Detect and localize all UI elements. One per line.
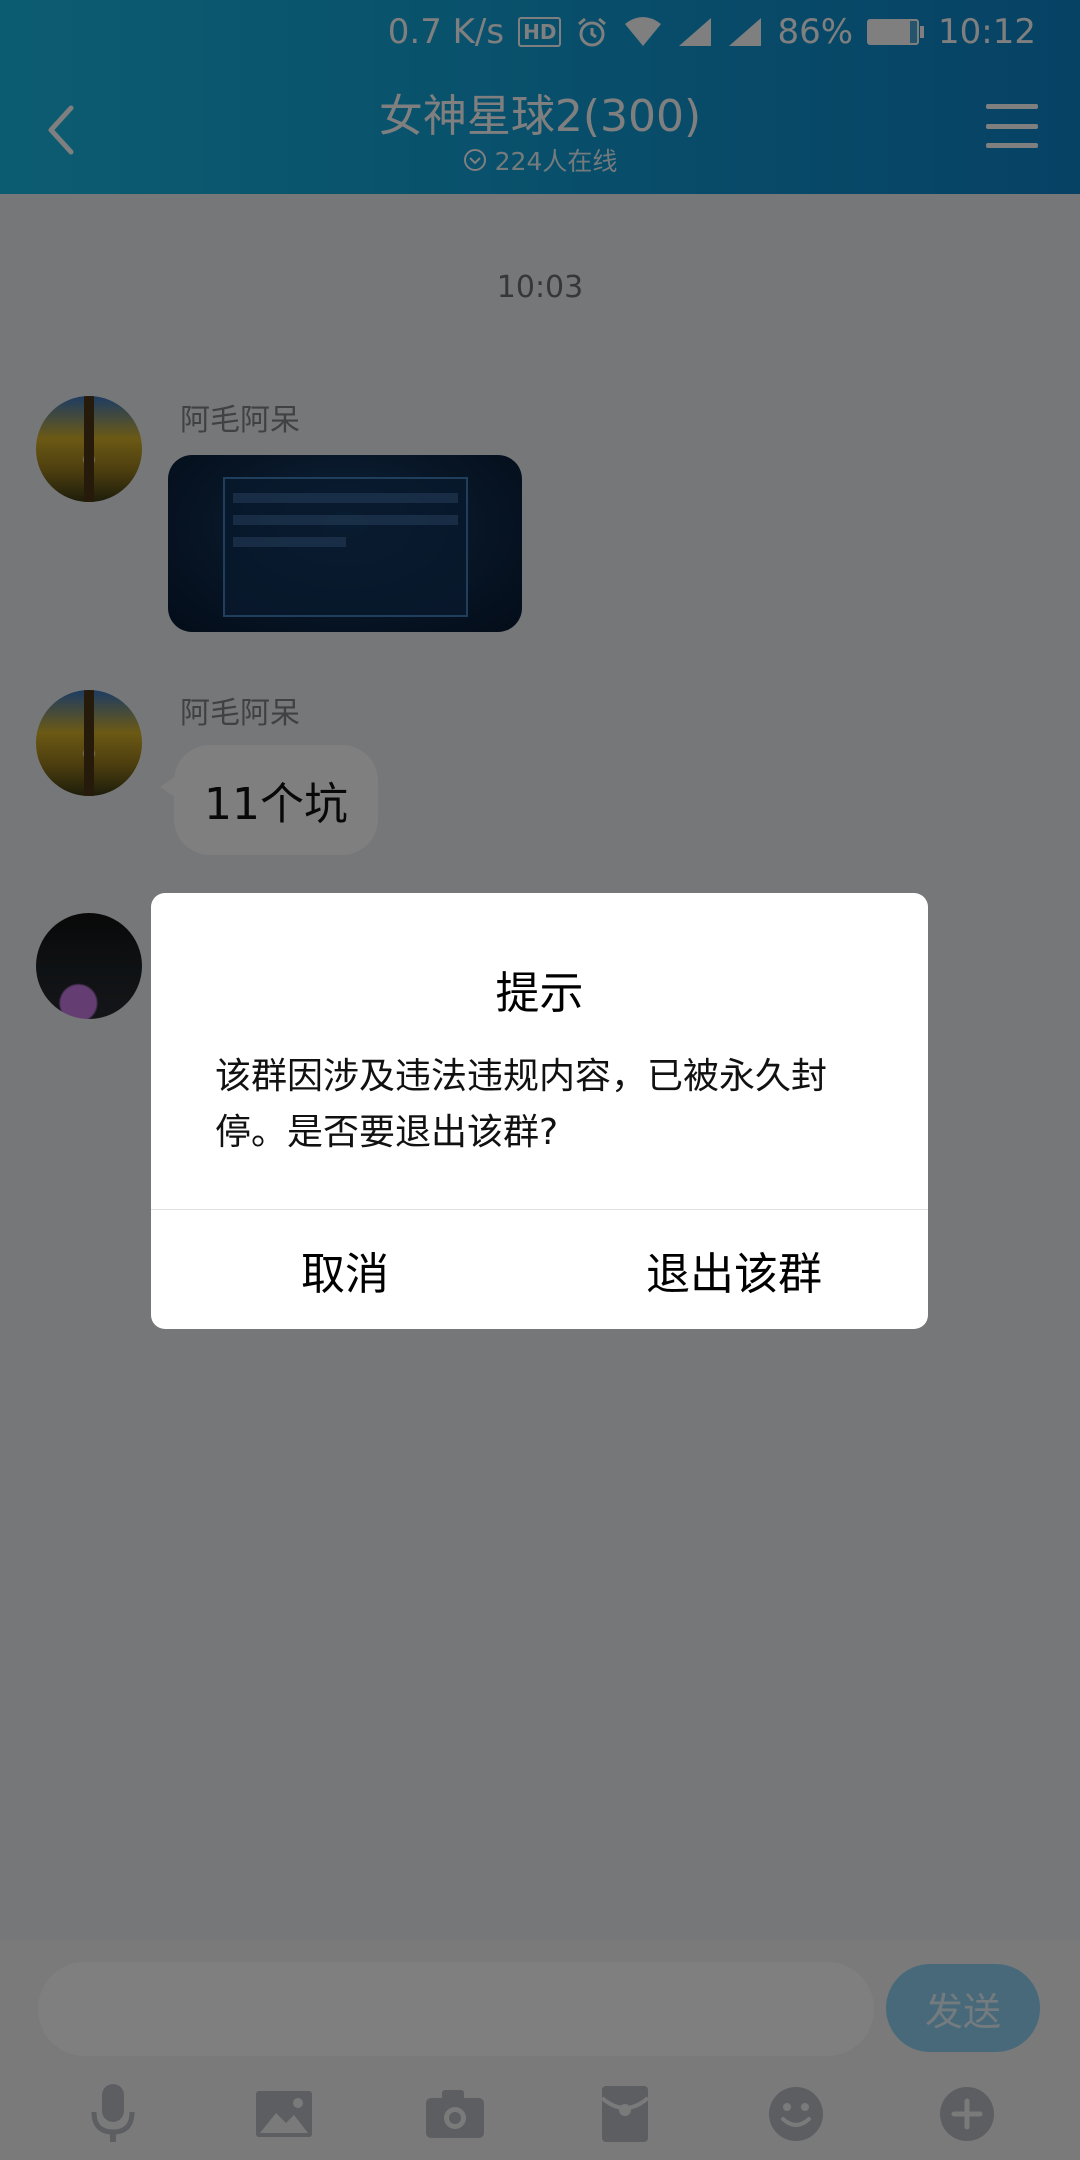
dialog-message: 该群因涉及违法违规内容，已被永久封停。是否要退出该群? — [215, 1056, 828, 1153]
exit-group-button[interactable]: 退出该群 — [540, 1210, 928, 1329]
dialog-title: 提示 — [495, 968, 584, 1019]
cancel-button[interactable]: 取消 — [151, 1210, 539, 1329]
alert-dialog: 提示 该群因涉及违法违规内容，已被永久封停。是否要退出该群? 取消 退出该群 — [151, 893, 928, 1329]
